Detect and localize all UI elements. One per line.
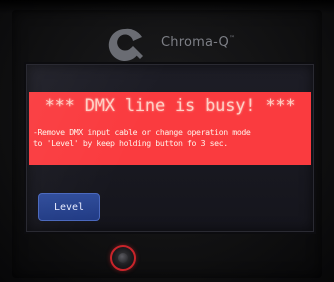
trademark-symbol: ™ bbox=[228, 35, 236, 42]
alert-message: -Remove DMX input cable or change operat… bbox=[33, 127, 251, 148]
hardware-push-button-icon[interactable] bbox=[110, 245, 136, 271]
level-button[interactable]: Level bbox=[38, 193, 100, 221]
chroma-q-logo-icon bbox=[108, 28, 143, 61]
device-panel: Chroma-Q™ *** DMX line is busy! *** -Rem… bbox=[0, 0, 334, 282]
alert-title: *** DMX line is busy! *** bbox=[44, 96, 296, 116]
button-cap bbox=[118, 253, 128, 263]
lcd-screen: *** DMX line is busy! *** -Remove DMX in… bbox=[26, 64, 314, 232]
brand-name: Chroma-Q™ bbox=[161, 35, 236, 50]
alert-banner: *** DMX line is busy! *** -Remove DMX in… bbox=[29, 92, 311, 165]
